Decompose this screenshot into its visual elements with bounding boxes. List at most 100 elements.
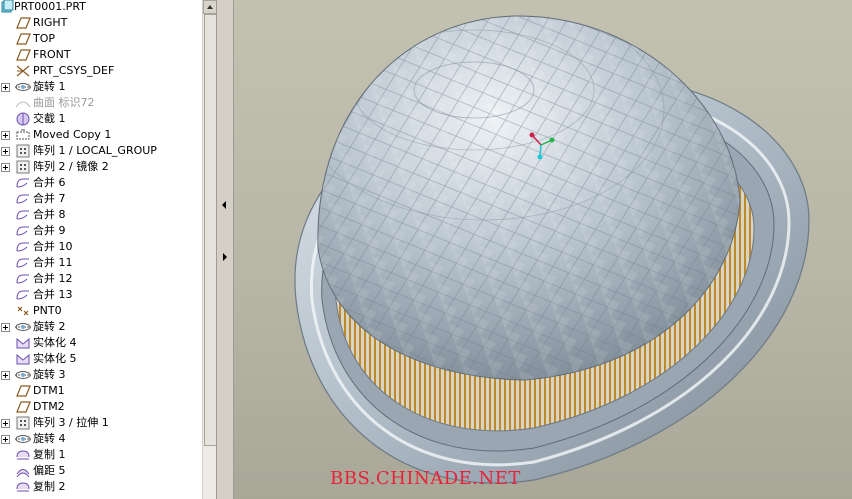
expand-plus-icon[interactable] [1, 147, 10, 156]
dome-model [294, 15, 810, 484]
tree-item-label: 旋转 3 [33, 368, 66, 381]
watermark-text: BBS.CHINADE.NET [330, 468, 521, 489]
tree-item[interactable]: 交截 1 [0, 111, 202, 127]
tree-item[interactable]: 合并 8 [0, 207, 202, 223]
tree-item-label: 合并 13 [33, 288, 73, 301]
tree-item[interactable]: 实体化 4 [0, 335, 202, 351]
coordinate-system-icon [14, 63, 32, 79]
tree-item-label: 合并 6 [33, 176, 66, 189]
datum-point-icon [14, 303, 32, 319]
tree-item[interactable]: 合并 13 [0, 287, 202, 303]
tree-item[interactable]: 阵列 3 / 拉伸 1 [0, 415, 202, 431]
merge-icon [14, 191, 32, 207]
pattern-icon [14, 143, 32, 159]
offset-icon [14, 463, 32, 479]
tree-item-label: PNT0 [33, 304, 62, 317]
tree-item[interactable]: 合并 10 [0, 239, 202, 255]
tree-item-label: TOP [33, 32, 56, 45]
tree-item[interactable]: 偏距 5 [0, 463, 202, 479]
tree-item-label: 合并 7 [33, 192, 66, 205]
tree-item-label: 合并 11 [33, 256, 73, 269]
tree-item[interactable]: PRT_CSYS_DEF [0, 63, 202, 79]
revolve-icon [14, 431, 32, 447]
merge-icon [14, 255, 32, 271]
tree-scrollbar[interactable] [202, 0, 216, 499]
tree-item[interactable]: 旋转 3 [0, 367, 202, 383]
tree-item-label: 旋转 4 [33, 432, 66, 445]
tree-item-label: 合并 8 [33, 208, 66, 221]
revolve-icon [14, 79, 32, 95]
merge-icon [14, 239, 32, 255]
tree-item[interactable]: FRONT [0, 47, 202, 63]
datum-plane-icon [14, 31, 32, 47]
tree-item[interactable]: 旋转 2 [0, 319, 202, 335]
merge-icon [14, 271, 32, 287]
tree-item-label: PRT_CSYS_DEF [33, 64, 115, 77]
tree-item[interactable]: 合并 6 [0, 175, 202, 191]
revolve-icon [14, 367, 32, 383]
datum-plane-icon [14, 47, 32, 63]
expand-plus-icon[interactable] [1, 419, 10, 428]
moved-copy-icon [14, 127, 32, 143]
solidify-icon [14, 335, 32, 351]
tree-item[interactable]: PNT0 [0, 303, 202, 319]
merge-icon [14, 287, 32, 303]
tree-item-label: 合并 10 [33, 240, 73, 253]
tree-item[interactable]: DTM2 [0, 399, 202, 415]
panel-splitter[interactable] [216, 0, 234, 499]
pattern-icon [14, 415, 32, 431]
tree-item[interactable]: DTM1 [0, 383, 202, 399]
tree-item-label: FRONT [33, 48, 71, 61]
copy-icon [14, 447, 32, 463]
tree-item[interactable]: 合并 9 [0, 223, 202, 239]
merge-icon [14, 223, 32, 239]
tree-item[interactable]: 复制 2 [0, 479, 202, 495]
tree-item[interactable]: 合并 7 [0, 191, 202, 207]
expand-plus-icon[interactable] [1, 371, 10, 380]
tree-item-label: 复制 2 [33, 480, 66, 493]
tree-item-label: 阵列 1 / LOCAL_GROUP [33, 144, 157, 157]
expand-plus-icon[interactable] [1, 323, 10, 332]
tree-item-label: 旋转 2 [33, 320, 66, 333]
tree-item[interactable]: 实体化 5 [0, 351, 202, 367]
tree-item[interactable]: 合并 11 [0, 255, 202, 271]
tree-item[interactable]: 阵列 2 / 镜像 2 [0, 159, 202, 175]
tree-item[interactable]: 合并 12 [0, 271, 202, 287]
tree-item[interactable]: 阵列 1 / LOCAL_GROUP [0, 143, 202, 159]
tree-item[interactable]: RIGHT [0, 15, 202, 31]
tree-item[interactable]: 旋转 1 [0, 79, 202, 95]
tree-item[interactable]: Moved Copy 1 [0, 127, 202, 143]
expand-plus-icon[interactable] [1, 83, 10, 92]
tree-item[interactable]: PRT0001.PRT [0, 0, 202, 15]
tree-item-label: 复制 1 [33, 448, 66, 461]
expand-right-arrow-icon[interactable] [221, 250, 229, 264]
tree-item[interactable]: 复制 1 [0, 447, 202, 463]
tree-item-label: 曲面 标识72 [33, 96, 95, 109]
surface-icon [14, 95, 32, 111]
model-tree-panel: PRT0001.PRT RIGHT TOP FRONT PRT_CSYS_DEF 旋转 1… [0, 0, 216, 499]
collapse-left-arrow-icon[interactable] [221, 198, 229, 212]
tree-item-label: 旋转 1 [33, 80, 66, 93]
tree-item[interactable]: TOP [0, 31, 202, 47]
datum-plane-icon [14, 399, 32, 415]
tree-item[interactable]: 旋转 4 [0, 431, 202, 447]
merge-icon [14, 207, 32, 223]
tree-item[interactable]: 曲面 标识72 [0, 95, 202, 111]
tree-item-label: 偏距 5 [33, 464, 66, 477]
scroll-up-button[interactable] [203, 0, 216, 14]
tree-item-label: 合并 12 [33, 272, 73, 285]
model-viewport[interactable]: BBS.CHINADE.NET [234, 0, 852, 499]
tree-item-label: 实体化 5 [33, 352, 77, 365]
tree-item-label: 交截 1 [33, 112, 66, 125]
revolve-icon [14, 319, 32, 335]
datum-plane-icon [14, 15, 32, 31]
scrollbar-thumb[interactable] [204, 14, 216, 446]
tree-item-label: 实体化 4 [33, 336, 77, 349]
intersect-icon [14, 111, 32, 127]
expand-plus-icon[interactable] [1, 163, 10, 172]
copy-icon [14, 479, 32, 495]
expand-plus-icon[interactable] [1, 435, 10, 444]
expand-plus-icon[interactable] [1, 131, 10, 140]
pattern-icon [14, 159, 32, 175]
tree-item-label: RIGHT [33, 16, 68, 29]
